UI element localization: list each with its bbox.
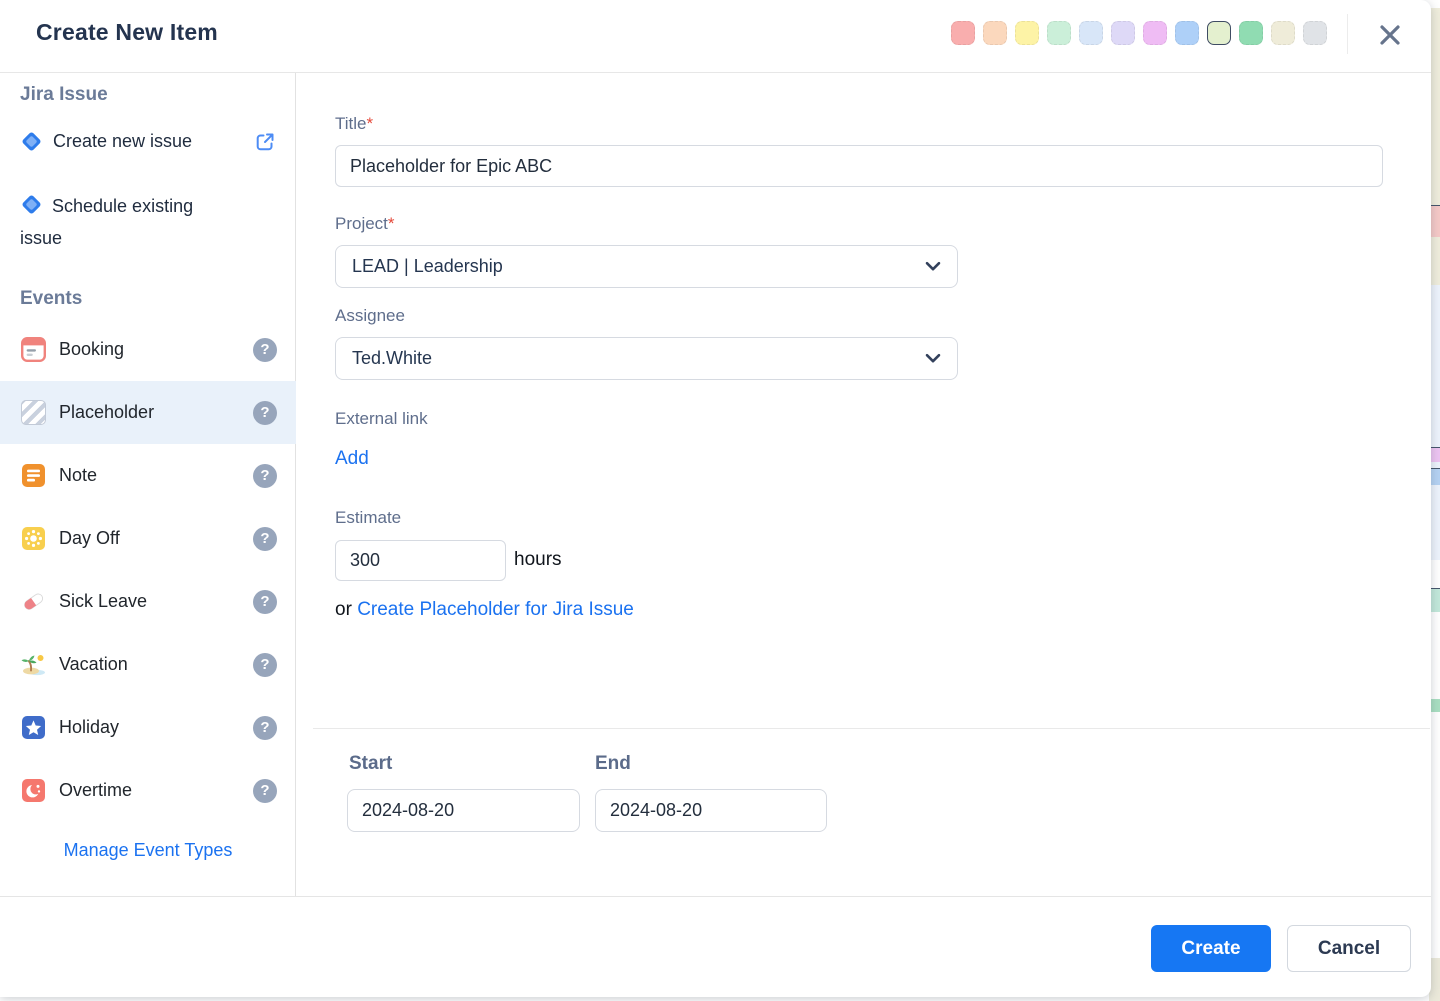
sidebar-item-holiday[interactable]: Holiday ? — [0, 696, 296, 759]
jira-icon — [20, 130, 43, 153]
form-area: Title* Project* LEAD | Leadership Assign… — [297, 73, 1431, 896]
note-icon — [20, 463, 46, 489]
sidebar-item-label: Booking — [59, 339, 124, 360]
star-icon — [20, 715, 46, 741]
sidebar-heading-events: Events — [20, 288, 82, 310]
end-label: End — [595, 753, 631, 775]
assignee-select[interactable]: Ted.White — [335, 337, 958, 380]
color-swatch[interactable] — [951, 21, 975, 45]
or-text: or — [335, 599, 352, 620]
cancel-button[interactable]: Cancel — [1287, 925, 1411, 972]
chevron-down-icon — [925, 353, 941, 364]
color-swatch[interactable] — [1047, 21, 1071, 45]
sidebar-item-label: Note — [59, 465, 97, 486]
create-button[interactable]: Create — [1151, 925, 1271, 972]
project-label: Project* — [335, 214, 395, 234]
help-icon[interactable]: ? — [253, 401, 277, 425]
color-swatch[interactable] — [1303, 21, 1327, 45]
help-icon[interactable]: ? — [253, 590, 277, 614]
sidebar-item-label: Create new issue — [53, 131, 192, 152]
estimate-label: Estimate — [335, 508, 401, 528]
help-icon[interactable]: ? — [253, 464, 277, 488]
sidebar-heading-jira: Jira Issue — [20, 84, 108, 106]
end-date-input[interactable] — [595, 789, 827, 832]
project-select-value: LEAD | Leadership — [352, 256, 503, 277]
header-divider — [1347, 14, 1348, 54]
color-swatch[interactable] — [983, 21, 1007, 45]
sidebar-item-note[interactable]: Note ? — [0, 444, 296, 507]
booking-icon — [20, 337, 46, 363]
color-swatch[interactable] — [1143, 21, 1167, 45]
assignee-label: Assignee — [335, 306, 405, 326]
color-swatch[interactable] — [1111, 21, 1135, 45]
help-icon[interactable]: ? — [253, 716, 277, 740]
required-asterisk: * — [367, 114, 374, 133]
sidebar-item-vacation[interactable]: Vacation ? — [0, 633, 296, 696]
manage-event-types-link[interactable]: Manage Event Types — [0, 840, 296, 861]
sidebar-item-schedule-existing-issue[interactable]: Schedule existing issue — [20, 190, 232, 254]
assignee-select-value: Ted.White — [352, 348, 432, 369]
sidebar-item-label: Day Off — [59, 528, 120, 549]
color-swatch[interactable] — [1079, 21, 1103, 45]
estimate-input[interactable] — [335, 540, 506, 581]
close-button[interactable] — [1372, 17, 1408, 53]
create-placeholder-for-jira-issue-link[interactable]: Create Placeholder for Jira Issue — [357, 599, 634, 620]
sidebar-item-label: Vacation — [59, 654, 128, 675]
color-swatch[interactable] — [1271, 21, 1295, 45]
start-date-input[interactable] — [347, 789, 580, 832]
add-external-link-button[interactable]: Add — [335, 448, 369, 470]
color-swatch[interactable] — [1207, 21, 1231, 45]
start-label: Start — [349, 753, 392, 775]
jira-icon — [20, 193, 43, 216]
required-asterisk: * — [388, 214, 395, 233]
help-icon[interactable]: ? — [253, 527, 277, 551]
screen: Create New Item Jira Issue Create new is… — [0, 0, 1440, 1001]
sidebar-item-overtime[interactable]: Overtime ? — [0, 759, 296, 822]
external-link-label: External link — [335, 409, 428, 429]
close-icon — [1376, 21, 1404, 49]
section-divider — [313, 728, 1430, 729]
sidebar-item-booking[interactable]: Booking ? — [0, 318, 296, 381]
crescent-clock-icon — [20, 778, 46, 804]
color-swatch[interactable] — [1175, 21, 1199, 45]
help-icon[interactable]: ? — [253, 779, 277, 803]
sidebar-item-placeholder[interactable]: Placeholder ? — [0, 381, 296, 444]
sidebar-item-label: Holiday — [59, 717, 119, 738]
title-input[interactable] — [335, 145, 1383, 187]
sidebar-item-sick-leave[interactable]: Sick Leave ? — [0, 570, 296, 633]
create-new-item-modal: Create New Item Jira Issue Create new is… — [0, 0, 1431, 997]
external-link-icon[interactable] — [254, 131, 276, 153]
placeholder-icon — [20, 400, 46, 426]
color-swatch[interactable] — [1239, 21, 1263, 45]
chevron-down-icon — [925, 261, 941, 272]
help-icon[interactable]: ? — [253, 338, 277, 362]
color-palette — [951, 21, 1327, 45]
project-select[interactable]: LEAD | Leadership — [335, 245, 958, 288]
modal-header: Create New Item — [0, 0, 1431, 73]
sidebar-item-label: Schedule existing issue — [20, 196, 193, 248]
alt-action-line: or Create Placeholder for Jira Issue — [335, 599, 634, 621]
help-icon[interactable]: ? — [253, 653, 277, 677]
pill-icon — [20, 589, 46, 615]
sun-icon — [20, 526, 46, 552]
sidebar-item-label: Sick Leave — [59, 591, 147, 612]
sidebar-item-day-off[interactable]: Day Off ? — [0, 507, 296, 570]
island-icon — [20, 652, 46, 678]
sidebar-item-label: Placeholder — [59, 402, 154, 423]
estimate-unit-label: hours — [514, 549, 562, 571]
modal-footer: Create Cancel — [0, 896, 1431, 997]
page-title: Create New Item — [36, 19, 218, 46]
sidebar-item-create-new-issue[interactable]: Create new issue — [20, 130, 276, 153]
color-swatch[interactable] — [1015, 21, 1039, 45]
sidebar: Jira Issue Create new issue Schedule exi… — [0, 73, 296, 896]
sidebar-item-label: Overtime — [59, 780, 132, 801]
title-label: Title* — [335, 114, 373, 134]
